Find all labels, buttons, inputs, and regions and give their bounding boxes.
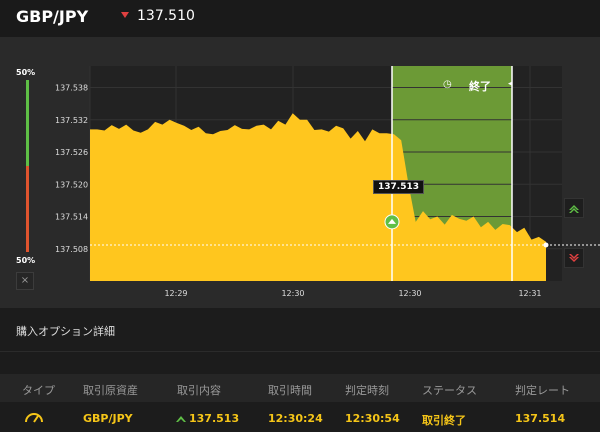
clock-icon: ◷ (443, 79, 452, 90)
table-row[interactable]: GBP/JPY 137.513 12:30:24 12:30:54 取引終了 1… (0, 402, 600, 432)
row-judge-rate: 137.514 (515, 412, 566, 425)
up-arrow-icon (176, 416, 186, 422)
details-section-header: 購入オプション詳細 (0, 308, 600, 352)
details-title: 購入オプション詳細 (16, 325, 115, 338)
col-trade-time: 取引時間 (268, 384, 312, 397)
chevron-down-icon (569, 254, 579, 262)
chevron-up-icon (569, 205, 579, 213)
col-type: タイプ (22, 384, 55, 397)
col-trade-content: 取引内容 (177, 384, 221, 397)
y-tick-label: 137.520 (55, 180, 88, 189)
col-judge-rate: 判定レート (515, 384, 570, 397)
current-price: 137.510 (137, 8, 195, 24)
col-judge-time: 判定時刻 (345, 384, 389, 397)
details-table-header: タイプ 取引原資産 取引内容 取引時間 判定時刻 ステータス 判定レート (0, 374, 600, 402)
close-icon[interactable]: × (16, 272, 34, 290)
down-arrow-icon (121, 12, 129, 18)
y-tick-label: 137.526 (55, 148, 88, 157)
row-status: 取引終了 (422, 414, 466, 427)
y-tick-label: 137.538 (55, 84, 88, 93)
y-tick-label: 137.532 (55, 116, 88, 125)
caret-left-icon: ◂ (508, 79, 513, 89)
x-tick-label: 12:30 (398, 289, 421, 298)
row-judge-time: 12:30:54 (345, 412, 400, 425)
col-asset: 取引原資産 (83, 384, 138, 397)
gauge-down-bar (26, 166, 29, 252)
row-trade-time: 12:30:24 (268, 412, 323, 425)
gauge-bottom-label: 50% (16, 256, 36, 265)
y-tick-label: 137.508 (55, 245, 88, 254)
gauge-icon (25, 413, 43, 423)
high-button[interactable] (564, 198, 584, 218)
col-status: ステータス (422, 384, 477, 397)
x-tick-label: 12:31 (518, 289, 541, 298)
top-bar: GBP/JPY 137.510 (0, 0, 600, 38)
row-asset: GBP/JPY (83, 412, 133, 425)
window-end-label: 終了 (469, 80, 491, 93)
entry-price-tooltip: 137.513 (373, 180, 424, 194)
row-trade-rate: 137.513 (189, 412, 240, 425)
chart-panel: 137.538 137.532 137.526 137.520 137.514 137.5… (0, 38, 600, 308)
gauge-top-label: 50% (16, 68, 36, 77)
gauge-up-bar (26, 80, 29, 166)
y-tick-label: 137.514 (55, 213, 88, 222)
currency-pair[interactable]: GBP/JPY (16, 7, 88, 26)
current-price-dot (543, 242, 549, 248)
x-tick-label: 12:30 (281, 289, 304, 298)
low-button[interactable] (564, 248, 584, 268)
x-tick-label: 12:29 (164, 289, 187, 298)
